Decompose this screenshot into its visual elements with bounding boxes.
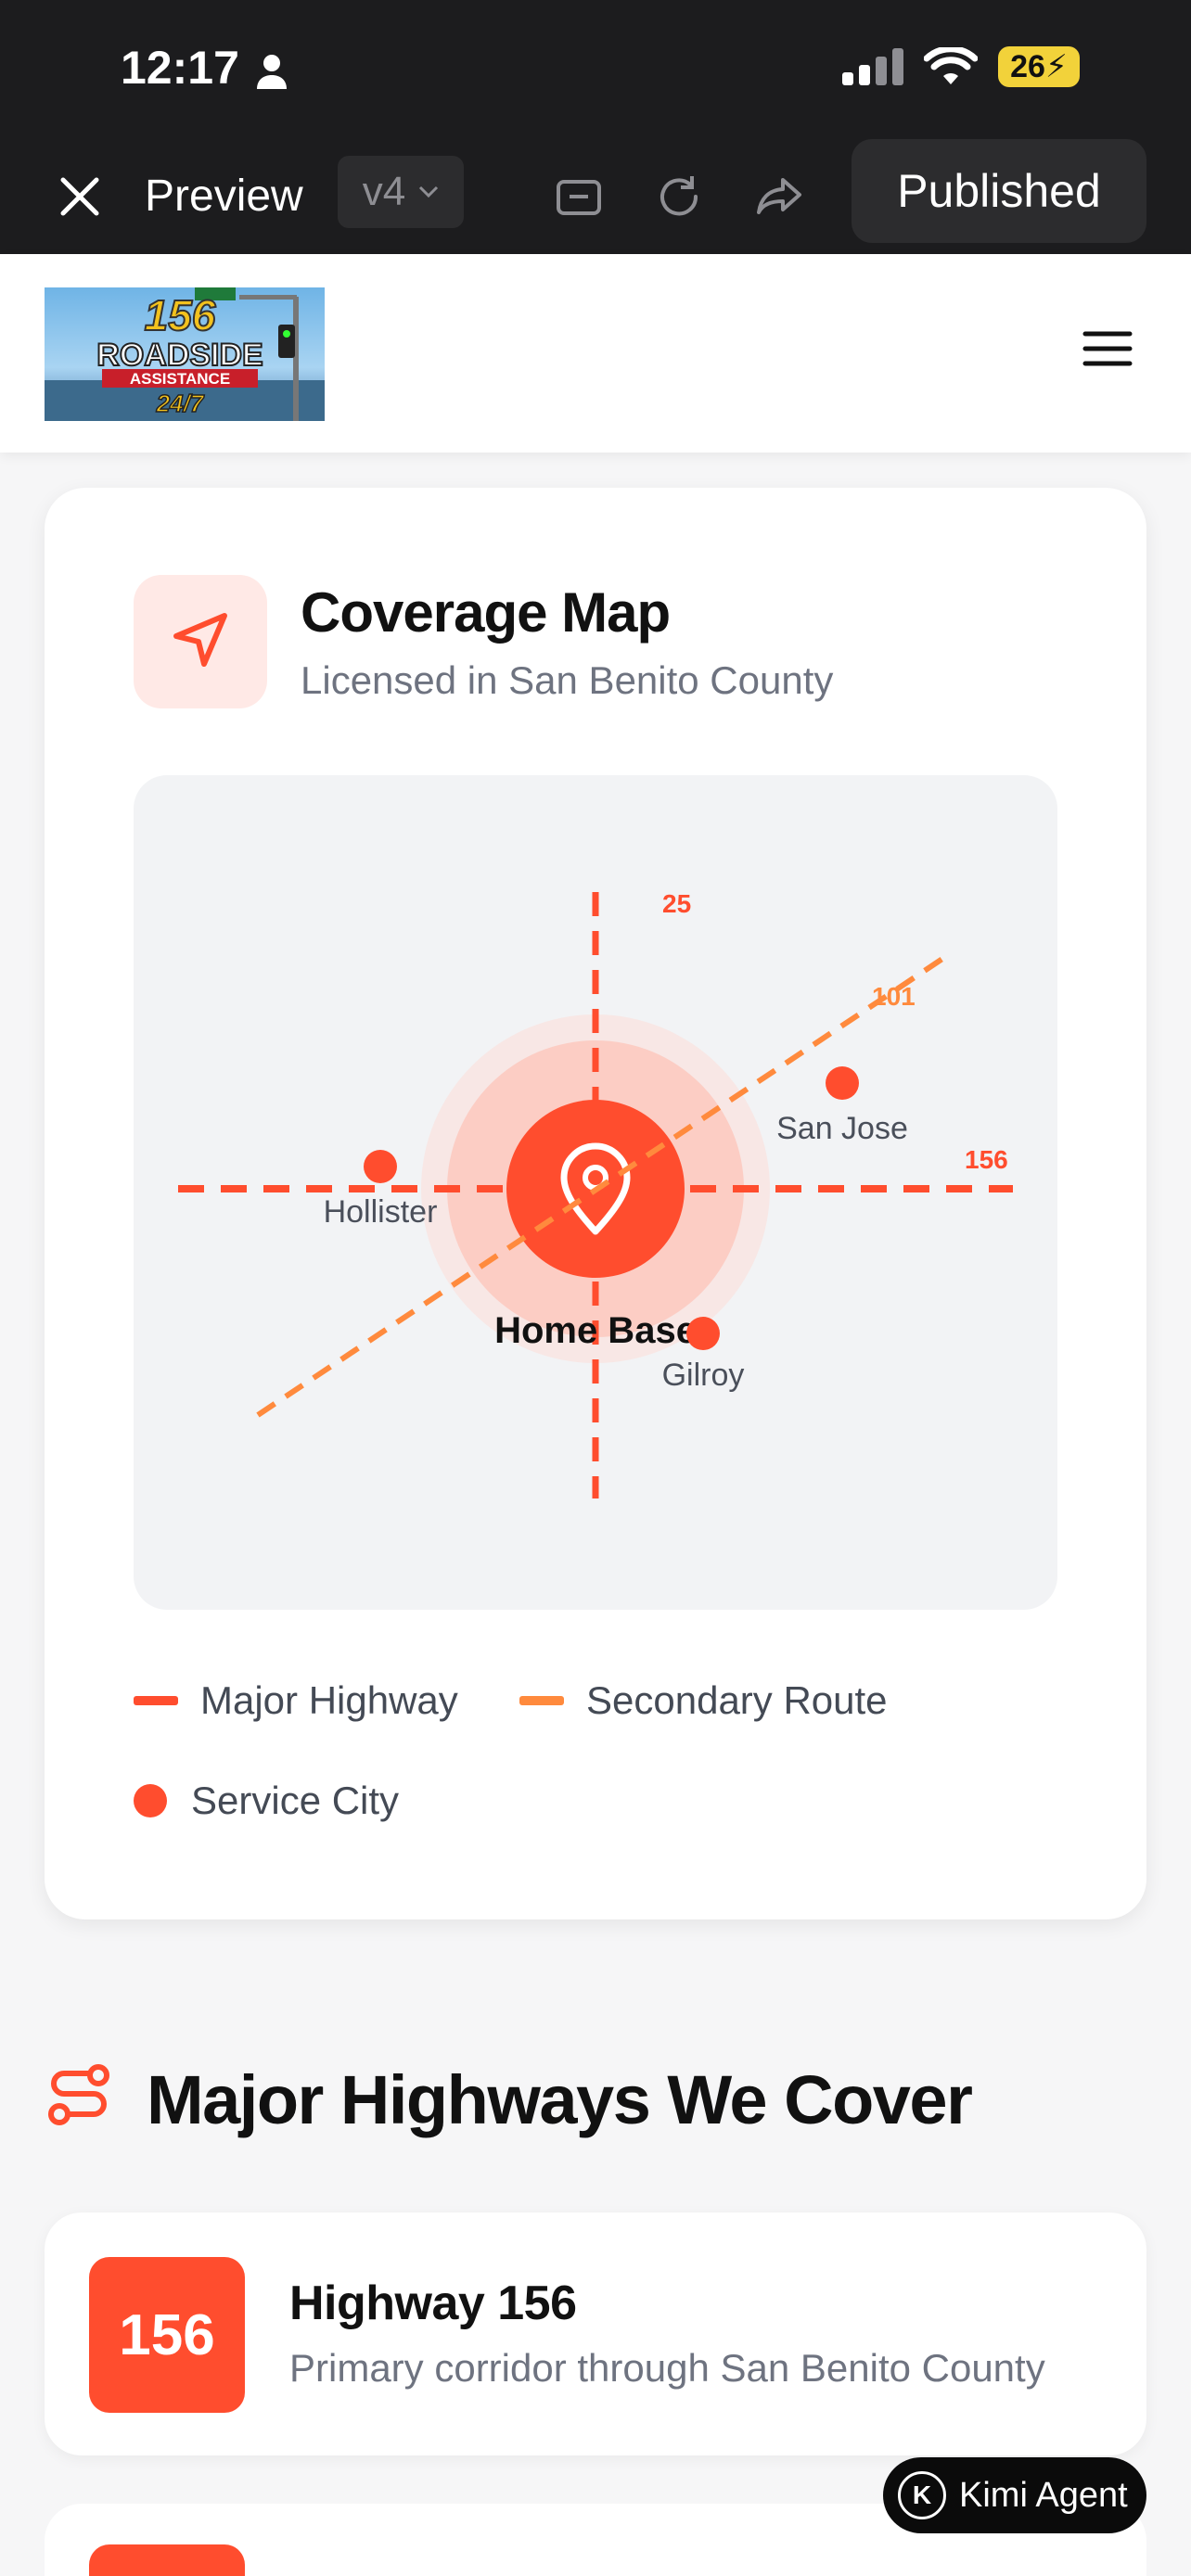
secondary-route-swatch — [519, 1696, 564, 1705]
service-city-swatch — [134, 1784, 167, 1817]
legend-city-label: Service City — [191, 1779, 400, 1822]
folder-icon[interactable] — [551, 169, 607, 224]
legend-service-city: Service City — [134, 1779, 399, 1823]
legend-major-highway: Major Highway — [134, 1678, 458, 1723]
logo[interactable]: 156 ROADSIDE ASSISTANCE 24/7 — [45, 287, 325, 421]
highway-description: Primary corridor through San Benito Coun… — [289, 2346, 1045, 2390]
person-icon — [257, 55, 287, 89]
home-base-label: Home Base — [494, 1310, 697, 1351]
coverage-map: 25 101 156 Hollister San Jose Home Base … — [134, 775, 1057, 1610]
city-dot-san-jose[interactable] — [826, 1066, 859, 1100]
city-label-gilroy: Gilroy — [662, 1358, 745, 1393]
coverage-card: Coverage Map Licensed in San Benito Coun… — [45, 488, 1146, 1919]
highways-section-title: Major Highways We Cover — [147, 2061, 973, 2138]
label-hwy-101: 101 — [872, 982, 916, 1011]
navigation-arrow-icon — [173, 613, 227, 667]
logo-line4: 24/7 — [156, 389, 205, 417]
status-time: 12:17 — [121, 42, 239, 94]
city-dot-gilroy[interactable] — [686, 1317, 720, 1350]
coverage-subtitle: Licensed in San Benito County — [301, 658, 834, 702]
hamburger-menu-icon[interactable] — [1080, 321, 1135, 376]
kimi-agent-button[interactable]: K Kimi Agent — [883, 2457, 1146, 2533]
refresh-icon[interactable] — [651, 169, 707, 224]
coverage-title: Coverage Map — [301, 581, 671, 644]
kimi-agent-label: Kimi Agent — [959, 2475, 1128, 2515]
published-button[interactable]: Published — [852, 139, 1146, 243]
preview-label: Preview — [145, 172, 303, 221]
highway-card[interactable]: 156 Highway 156 Primary corridor through… — [45, 2213, 1146, 2455]
kimi-logo-icon: K — [898, 2471, 946, 2519]
label-hwy-156: 156 — [965, 1145, 1008, 1174]
legend-secondary-label: Secondary Route — [586, 1678, 888, 1722]
site-header: 156 ROADSIDE ASSISTANCE 24/7 — [0, 254, 1191, 453]
route-icon — [48, 2064, 109, 2125]
city-dot-hollister[interactable] — [364, 1150, 397, 1183]
major-highway-swatch — [134, 1696, 178, 1705]
signal-icon — [842, 48, 903, 85]
version-select[interactable]: v4 — [338, 156, 464, 228]
legend-secondary-route: Secondary Route — [519, 1678, 888, 1723]
share-icon[interactable] — [751, 169, 807, 224]
logo-line2: ROADSIDE — [96, 338, 263, 373]
wifi-icon — [924, 47, 978, 84]
version-label: v4 — [362, 169, 406, 214]
chevron-down-icon — [419, 185, 439, 198]
battery-icon: 26 ⚡ — [998, 46, 1080, 87]
map-svg: 25 101 156 Hollister San Jose Home Base … — [178, 889, 1013, 1498]
highway-badge: 156 — [89, 2257, 245, 2413]
status-icons: 26 ⚡ — [842, 46, 1080, 87]
battery-level: 26 — [1010, 48, 1045, 84]
logo-line1: 156 — [145, 291, 216, 339]
status-bar: 12:17 26 ⚡ — [0, 0, 1191, 139]
city-label-hollister: Hollister — [324, 1194, 438, 1230]
city-label-san-jose: San Jose — [776, 1111, 908, 1146]
close-icon[interactable] — [54, 171, 106, 223]
navigation-icon-box — [134, 575, 267, 708]
preview-toolbar: Preview v4 Published — [0, 139, 1191, 254]
highway-badge — [89, 2544, 245, 2576]
logo-line3: ASSISTANCE — [130, 370, 230, 388]
label-hwy-25: 25 — [662, 889, 691, 918]
legend-major-label: Major Highway — [200, 1678, 458, 1722]
highway-name: Highway 156 — [289, 2276, 577, 2330]
